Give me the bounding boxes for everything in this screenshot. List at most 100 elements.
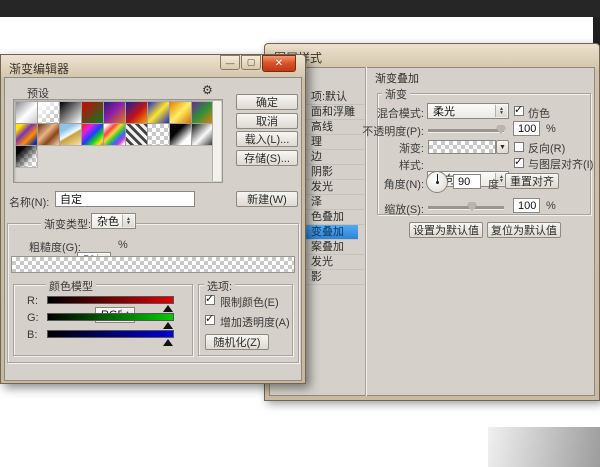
set-default-button[interactable]: 设置为默认值 bbox=[409, 222, 483, 238]
roughness-unit: % bbox=[118, 239, 128, 251]
gear-icon[interactable]: ⚙ bbox=[202, 83, 213, 97]
reverse-checkbox[interactable] bbox=[514, 142, 524, 152]
preset-swatch-spectrum[interactable] bbox=[80, 122, 104, 146]
style-label: 样式: bbox=[398, 160, 424, 172]
gradient-type-label: 渐变类型: bbox=[41, 216, 95, 232]
preset-grid bbox=[14, 100, 214, 168]
preset-swatch-violet-to-orange[interactable] bbox=[102, 100, 126, 124]
preset-swatch-transparent-stripes[interactable] bbox=[124, 122, 148, 146]
preset-swatch-violet-green-orange[interactable] bbox=[190, 100, 214, 124]
dither-label: 仿色 bbox=[528, 108, 550, 120]
close-icon: ✕ bbox=[274, 58, 284, 69]
blend-mode-select[interactable]: 柔光 ▲ ▼ bbox=[427, 103, 509, 119]
preset-swatch-gradient bbox=[169, 123, 191, 145]
preset-swatch-black-to-transparent[interactable] bbox=[14, 144, 38, 168]
channel-r-thumb[interactable] bbox=[163, 305, 173, 312]
add-transparency-label: 增加透明度(A) bbox=[220, 317, 290, 329]
spinner-icon: ▲▼ bbox=[495, 105, 507, 117]
restrict-colors-label: 限制颜色(E) bbox=[220, 297, 279, 309]
preset-swatch-black-white-hard[interactable] bbox=[168, 122, 192, 146]
save-button[interactable]: 存储(S)... bbox=[236, 150, 298, 166]
minimize-icon: — bbox=[225, 57, 235, 68]
ok-button[interactable]: 确定 bbox=[236, 94, 298, 110]
gradient-overlay-panel: 渐变叠加 渐变 混合模式: 柔光 ▲▼ 仿色 不透明度(P): 100 % 渐变… bbox=[265, 44, 600, 402]
preset-swatch-white-to-transparent[interactable] bbox=[36, 100, 60, 124]
maximize-button[interactable]: ▢ bbox=[241, 55, 261, 70]
channel-b-thumb[interactable] bbox=[163, 339, 173, 346]
gradient-type-value: 杂色 bbox=[97, 216, 119, 228]
add-transparency-checkbox[interactable] bbox=[205, 312, 215, 325]
layer-style-dialog: 图层样式 项:默认面和浮雕高线理边阴影发光泽色叠加变叠加案叠加发光影 渐变叠加 … bbox=[264, 43, 600, 401]
preset-swatch-gradient bbox=[15, 123, 37, 145]
scale-label: 缩放(S): bbox=[384, 204, 424, 216]
channel-r-label: R: bbox=[27, 295, 38, 307]
preset-swatch-gradient bbox=[37, 101, 59, 123]
roughness-label: 粗糙度(G): bbox=[29, 242, 81, 254]
preset-swatch-copper[interactable] bbox=[36, 122, 60, 146]
preset-swatch-gradient bbox=[125, 101, 147, 123]
scale-input[interactable]: 100 bbox=[513, 198, 540, 213]
workspace-top-band bbox=[0, 0, 600, 17]
restrict-colors-checkbox[interactable] bbox=[205, 292, 215, 305]
spinner-icon: ▲▼ bbox=[122, 215, 134, 227]
gradient-type-select[interactable]: 杂色 ▲ ▼ bbox=[91, 213, 136, 229]
preset-swatch-gradient bbox=[59, 101, 81, 123]
cancel-button[interactable]: 取消 bbox=[236, 113, 298, 129]
preset-swatch-red-to-green[interactable] bbox=[80, 100, 104, 124]
opacity-label: 不透明度(P): bbox=[362, 126, 424, 138]
opacity-input[interactable]: 100 bbox=[513, 121, 540, 136]
preset-scrollbar[interactable] bbox=[212, 101, 221, 181]
reset-align-button[interactable]: 重置对齐 bbox=[505, 173, 559, 189]
gradient-editor-title: 渐变编辑器 bbox=[9, 62, 70, 76]
channel-g-bar[interactable] bbox=[47, 313, 174, 321]
angle-unit: 度 bbox=[488, 179, 499, 191]
preset-swatch-chrome[interactable] bbox=[58, 122, 82, 146]
preset-swatch-gradient bbox=[147, 101, 169, 123]
opacity-slider[interactable] bbox=[428, 129, 504, 132]
preset-swatch-gradient bbox=[191, 101, 213, 123]
randomize-button[interactable]: 随机化(Z) bbox=[205, 334, 269, 350]
channel-b-bar[interactable] bbox=[47, 330, 174, 338]
load-button[interactable]: 载入(L)... bbox=[236, 131, 298, 147]
angle-input[interactable]: 90 bbox=[453, 174, 481, 189]
preset-swatch-gradient bbox=[125, 123, 147, 145]
preset-swatch-orange-yellow-orange[interactable] bbox=[168, 100, 192, 124]
reverse-label: 反向(R) bbox=[528, 143, 566, 155]
channel-b-label: B: bbox=[27, 329, 38, 341]
angle-label: 角度(N): bbox=[383, 179, 424, 191]
channel-g-thumb[interactable] bbox=[163, 322, 173, 329]
scale-unit: % bbox=[546, 200, 556, 212]
dither-checkbox[interactable] bbox=[514, 103, 524, 116]
gradient-preview-bar[interactable] bbox=[11, 256, 295, 273]
angle-dial[interactable] bbox=[426, 171, 448, 193]
preset-swatch-gradient bbox=[37, 123, 59, 145]
preset-swatch-gradient bbox=[15, 145, 37, 167]
preset-swatch-blue-yellow-blue[interactable] bbox=[146, 100, 170, 124]
gradient-picker-arrow[interactable]: ▼ bbox=[496, 140, 509, 154]
preset-swatch-gradient bbox=[59, 123, 81, 145]
name-input[interactable]: 自定 bbox=[55, 191, 195, 207]
close-button[interactable]: ✕ bbox=[262, 55, 296, 72]
preset-swatch-silver[interactable] bbox=[14, 100, 38, 124]
preset-swatch-black-white-black[interactable] bbox=[190, 122, 214, 146]
preset-swatch-gradient bbox=[81, 123, 103, 145]
opacity-unit: % bbox=[546, 123, 556, 135]
blend-mode-label: 混合模式: bbox=[376, 108, 424, 120]
align-checkbox[interactable] bbox=[514, 155, 524, 168]
preset-swatch-yellow-violet-orange-blue[interactable] bbox=[14, 122, 38, 146]
preset-swatch-transparent-rainbow[interactable] bbox=[102, 122, 126, 146]
new-button[interactable]: 新建(W) bbox=[236, 191, 298, 207]
preset-swatch-blue-red-yellow[interactable] bbox=[124, 100, 148, 124]
preset-swatch-gradient bbox=[15, 101, 37, 123]
channel-g-label: G: bbox=[27, 312, 39, 324]
scale-slider[interactable] bbox=[428, 206, 504, 209]
angle-center-dot bbox=[436, 181, 439, 184]
group-label: 渐变 bbox=[382, 86, 410, 102]
gradient-well[interactable] bbox=[428, 140, 496, 154]
reset-default-button[interactable]: 复位为默认值 bbox=[487, 222, 561, 238]
preset-swatch-black-to-white[interactable] bbox=[58, 100, 82, 124]
channel-r-bar[interactable] bbox=[47, 296, 174, 304]
gradient-editor-dialog: 渐变编辑器 — ▢ ✕ 预设 ⚙ 确定 取消 载入(L)... 存储(S)...… bbox=[0, 54, 306, 384]
minimize-button[interactable]: — bbox=[220, 55, 240, 70]
preset-swatch-transparent-checker[interactable] bbox=[146, 122, 170, 146]
